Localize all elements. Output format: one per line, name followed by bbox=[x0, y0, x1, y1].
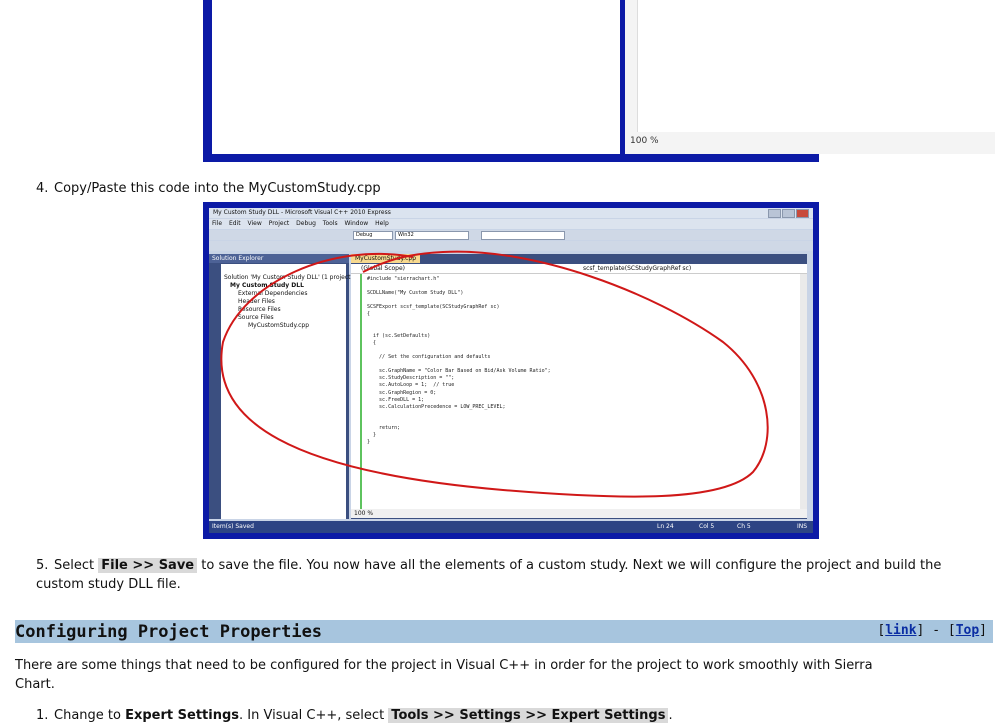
menu-path-highlight: Tools >> Settings >> Expert Settings bbox=[388, 708, 669, 723]
section-title: Configuring Project Properties bbox=[15, 622, 323, 642]
top-link[interactable]: Top bbox=[956, 623, 979, 638]
menu-path-highlight: File >> Save bbox=[98, 558, 198, 573]
annotation-circle bbox=[220, 250, 769, 498]
screenshot-right-pane: 100 % bbox=[625, 0, 995, 154]
section-link[interactable]: link bbox=[885, 623, 916, 638]
screenshot-left-pane bbox=[212, 0, 620, 154]
step-4: 4. Copy/Paste this code into the MyCustom… bbox=[36, 181, 381, 196]
step-1: 1. Change to Expert Settings. In Visual C… bbox=[36, 708, 673, 723]
screenshot-previous-step: 100 % bbox=[203, 0, 995, 162]
zoom-level: 100 % bbox=[630, 136, 659, 146]
step-5: 5. Select File >> Save to save the file. … bbox=[36, 558, 942, 592]
intro-paragraph: There are some things that need to be co… bbox=[15, 658, 873, 692]
screenshot-visual-cpp: My Custom Study DLL - Microsoft Visual C… bbox=[203, 202, 819, 539]
section-header: Configuring Project Properties [link] - … bbox=[15, 620, 993, 643]
